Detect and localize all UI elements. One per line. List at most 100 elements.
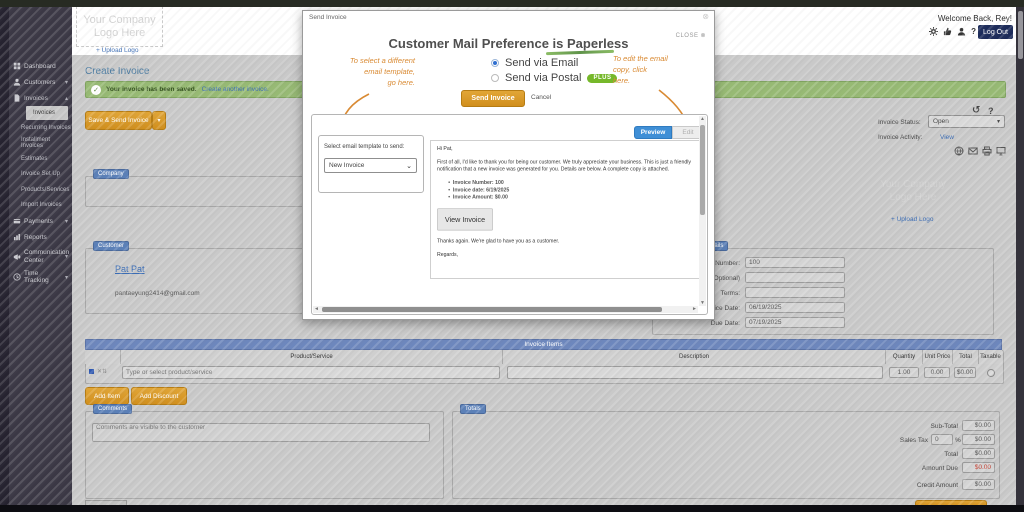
row-delete-icon[interactable]: ✕⇅ <box>97 368 107 375</box>
sidebar-subitem-estimates[interactable]: Estimates <box>9 151 72 167</box>
scroll-up-icon[interactable]: ▲ <box>699 116 706 122</box>
send-invoice-button[interactable]: Send Invoice <box>461 90 525 107</box>
email-bullet: • Invoice Amount: $0.00 <box>448 194 697 201</box>
gear-icon[interactable] <box>929 27 938 36</box>
sidebar-item-time-tracking[interactable]: Time Tracking ▾ <box>9 269 72 285</box>
quantity-column-header: Quantity <box>885 350 922 364</box>
scroll-right-icon[interactable]: ► <box>692 306 697 312</box>
banner-message: Your invoice has been saved. <box>106 86 197 93</box>
logout-button[interactable]: Log Out <box>978 25 1013 39</box>
radio-unselected-icon[interactable] <box>491 74 499 82</box>
email-preview: Hi Pat, First of all, I'd like to thank … <box>430 140 702 279</box>
terms-field[interactable] <box>745 287 845 298</box>
scroll-left-icon[interactable]: ◄ <box>314 306 319 312</box>
sidebar-subitem-products-services[interactable]: Products/Services <box>9 182 72 198</box>
template-select[interactable]: New Invoice ⌄ <box>324 158 417 173</box>
comments-textarea[interactable] <box>92 423 430 442</box>
email-body: First of all, I'd like to thank you for … <box>437 159 697 173</box>
totals-section-tab: Totals <box>460 404 486 414</box>
sidebar-subitem-import-invoices[interactable]: Import Invoices <box>9 198 72 214</box>
sidebar-subitem-recurring-invoices[interactable]: Recurring Invoices <box>9 120 72 136</box>
scrollbar-thumb[interactable] <box>1018 11 1023 59</box>
company-logo-placeholder[interactable]: Your Company Logo Here <box>76 6 163 47</box>
invoice-activity-view-link[interactable]: View <box>940 134 954 141</box>
company-section-tab: Company <box>93 169 129 179</box>
sidebar-subitem-installment-invoices[interactable]: Installment Invoices <box>9 136 72 152</box>
due-date-label: Due Date: <box>600 320 740 327</box>
modal-window-title: Send Invoice <box>309 14 347 21</box>
user-icon <box>13 78 21 86</box>
radio-selected-icon[interactable] <box>491 59 499 67</box>
sidebar-item-customers[interactable]: Customers ▾ <box>9 74 72 90</box>
comments-section-tab: Comments <box>93 404 132 414</box>
company-logo-placeholder[interactable]: Your Company Logo Here <box>868 168 958 214</box>
preview-button[interactable]: Preview <box>634 126 672 139</box>
monitor-icon[interactable] <box>996 146 1006 156</box>
welcome-text: Welcome Back, Rey! <box>938 14 1012 23</box>
email-icon[interactable] <box>968 146 978 156</box>
help-icon[interactable]: ? <box>971 27 976 36</box>
annotation-left: To select a differentemail template,go h… <box>311 55 415 88</box>
total-value: $0.00 <box>954 367 976 378</box>
sidebar-subitem-invoices-active[interactable]: Invoices <box>26 106 68 120</box>
sales-tax-pct-input[interactable]: 0 <box>931 434 953 445</box>
sidebar-item-dashboard[interactable]: Dashboard <box>9 58 72 74</box>
user-icon[interactable] <box>957 27 966 36</box>
sidebar-item-invoices[interactable]: Invoices ▴ <box>9 90 72 106</box>
quantity-input[interactable]: 1.00 <box>889 367 919 378</box>
sidebar-item-communication-center[interactable]: Communication Center ▾ <box>9 245 72 269</box>
close-icon[interactable]: ⊗ <box>702 12 709 21</box>
description-input[interactable] <box>507 366 883 379</box>
horizontal-scrollbar[interactable]: ◄ ► <box>313 306 698 313</box>
email-bullet: • Invoice Number: 100 <box>448 179 697 186</box>
add-item-button[interactable]: Add Item <box>85 387 129 405</box>
unit-price-column-header: Unit Price <box>922 350 952 364</box>
template-chooser-box: Select email template to send: New Invoi… <box>318 135 424 193</box>
invoice-status-select[interactable]: Open▾ <box>928 115 1005 128</box>
bottom-chrome-bar <box>0 505 1024 512</box>
globe-icon[interactable] <box>954 146 964 156</box>
chevron-down-icon: ⌄ <box>406 162 412 170</box>
product-service-input[interactable] <box>122 366 500 379</box>
view-invoice-button[interactable]: View Invoice <box>437 208 493 230</box>
customer-name-link[interactable]: Pat Pat <box>115 264 145 274</box>
clock-icon <box>13 273 21 281</box>
cancel-link[interactable]: Cancel <box>531 94 551 101</box>
send-via-email-option[interactable]: Send via Email <box>491 57 578 69</box>
upload-logo-link[interactable]: + Upload Logo <box>96 47 138 54</box>
megaphone-icon <box>13 253 21 261</box>
printer-icon[interactable] <box>982 146 992 156</box>
sidebar-label: Dashboard <box>24 63 56 70</box>
invoice-date-field[interactable]: 06/19/2025 <box>745 302 845 313</box>
send-via-postal-option[interactable]: Send via Postal PLUS <box>491 72 617 84</box>
top-chrome-bar <box>0 0 1024 7</box>
sub-total-label: Sub-Total <box>800 423 958 430</box>
taxable-column-header: Taxable <box>978 350 1002 364</box>
browser-scrollbar[interactable] <box>1016 7 1024 505</box>
due-date-field[interactable]: 07/19/2025 <box>745 317 845 328</box>
thumbs-up-icon[interactable] <box>943 27 952 36</box>
sidebar-item-reports[interactable]: Reports <box>9 229 72 245</box>
sidebar-item-payments[interactable]: Payments ▾ <box>9 213 72 229</box>
sidebar-subitem-invoice-set-up[interactable]: Invoice Set Up <box>9 167 72 183</box>
unit-price-input[interactable]: 0.00 <box>924 367 950 378</box>
amount-due-label: Amount Due <box>800 465 958 472</box>
invoice-number-field[interactable]: 100 <box>745 257 845 268</box>
chevron-down-icon: ▾ <box>157 117 160 124</box>
save-send-invoice-button[interactable]: Save & Send Invoice <box>85 111 152 130</box>
taxable-radio[interactable] <box>987 369 995 377</box>
save-send-dropdown-button[interactable]: ▾ <box>152 111 166 130</box>
add-discount-button[interactable]: Add Discount <box>131 387 187 405</box>
email-closing: Thanks again. We're glad to have you as … <box>437 238 697 245</box>
bar-chart-icon <box>13 233 21 241</box>
po-number-field[interactable] <box>745 272 845 283</box>
total-label: Total <box>800 451 958 458</box>
total-value: $0.00 <box>962 448 995 459</box>
row-drag-handle[interactable] <box>89 369 94 374</box>
app-screen: Dashboard Customers ▾ Invoices ▴ Invoice… <box>0 0 1024 512</box>
upload-logo-link[interactable]: + Upload Logo <box>891 216 933 223</box>
vertical-scrollbar[interactable]: ▲ ▼ <box>699 116 706 306</box>
sales-tax-label: Sales Tax <box>850 437 928 444</box>
scroll-down-icon[interactable]: ▼ <box>699 300 706 306</box>
banner-link[interactable]: Create another invoice. <box>202 86 269 93</box>
